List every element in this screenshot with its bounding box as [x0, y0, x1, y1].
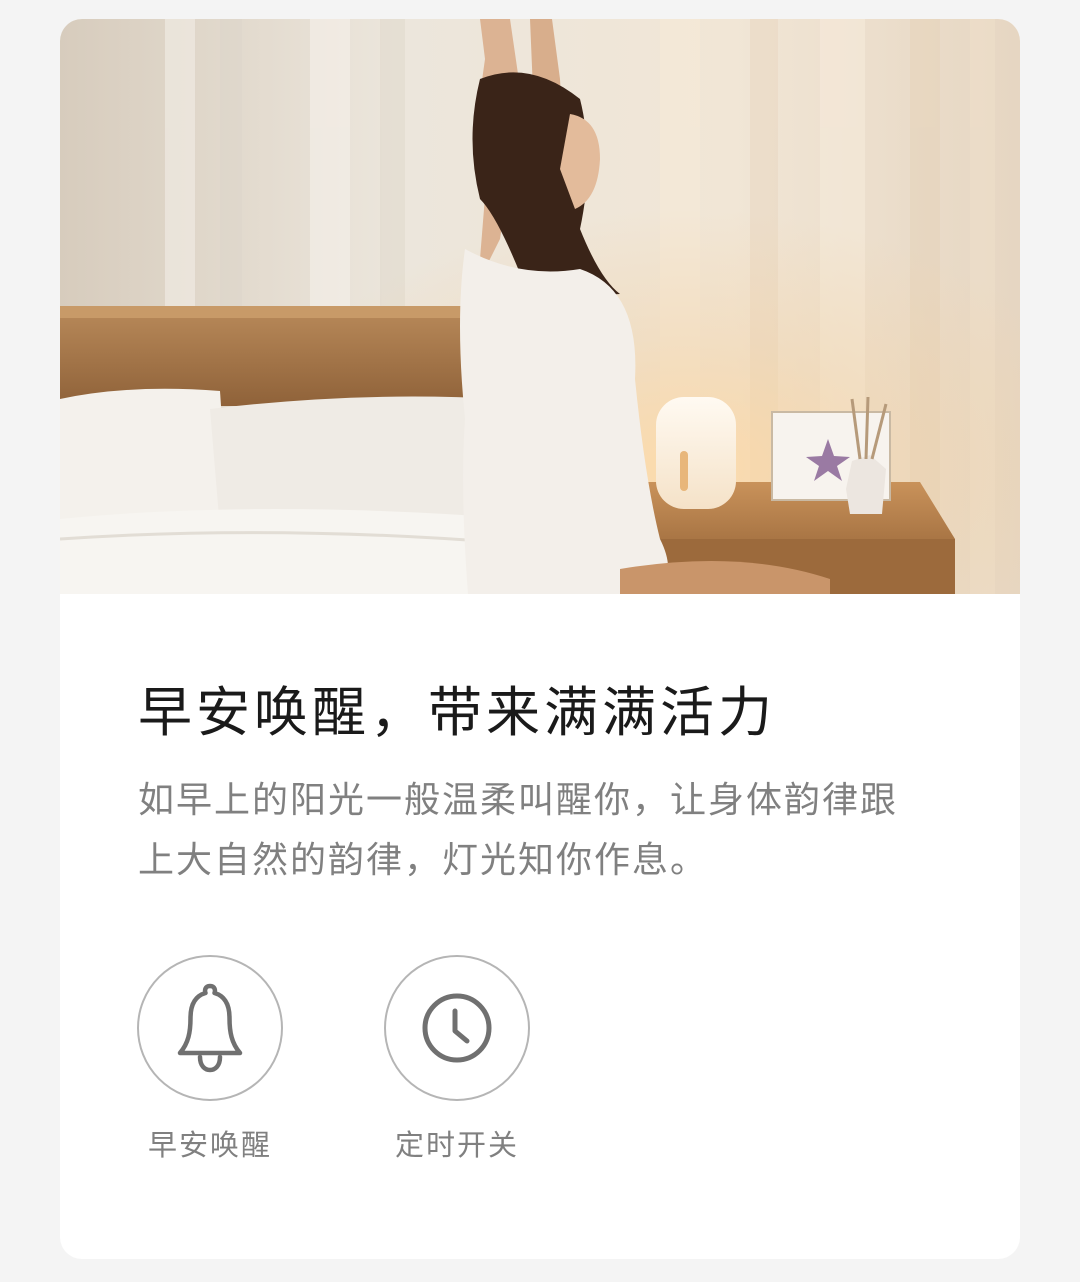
hero-image: [60, 19, 1020, 594]
wake-up-alarm-icon-circle[interactable]: [137, 955, 283, 1101]
clock-icon: [422, 993, 492, 1063]
section-title: 早安唤醒，带来满满活力: [138, 681, 776, 744]
timer-switch-label: 定时开关: [394, 1128, 519, 1162]
bell-icon: [177, 983, 243, 1073]
timer-switch-button[interactable]: 定时开关: [384, 955, 530, 1165]
section-description: 如早上的阳光一般温柔叫醒你，让身体韵律跟上大自然的韵律，灯光知你作息。: [138, 780, 899, 881]
feature-card: 早安唤醒，带来满满活力 如早上的阳光一般温柔叫醒你，让身体韵律跟上大自然的韵律，…: [60, 19, 1020, 1259]
wake-up-alarm-label: 早安唤醒: [147, 1128, 272, 1162]
wake-up-alarm-button[interactable]: 早安唤醒: [137, 955, 283, 1165]
timer-switch-icon-circle[interactable]: [384, 955, 530, 1101]
